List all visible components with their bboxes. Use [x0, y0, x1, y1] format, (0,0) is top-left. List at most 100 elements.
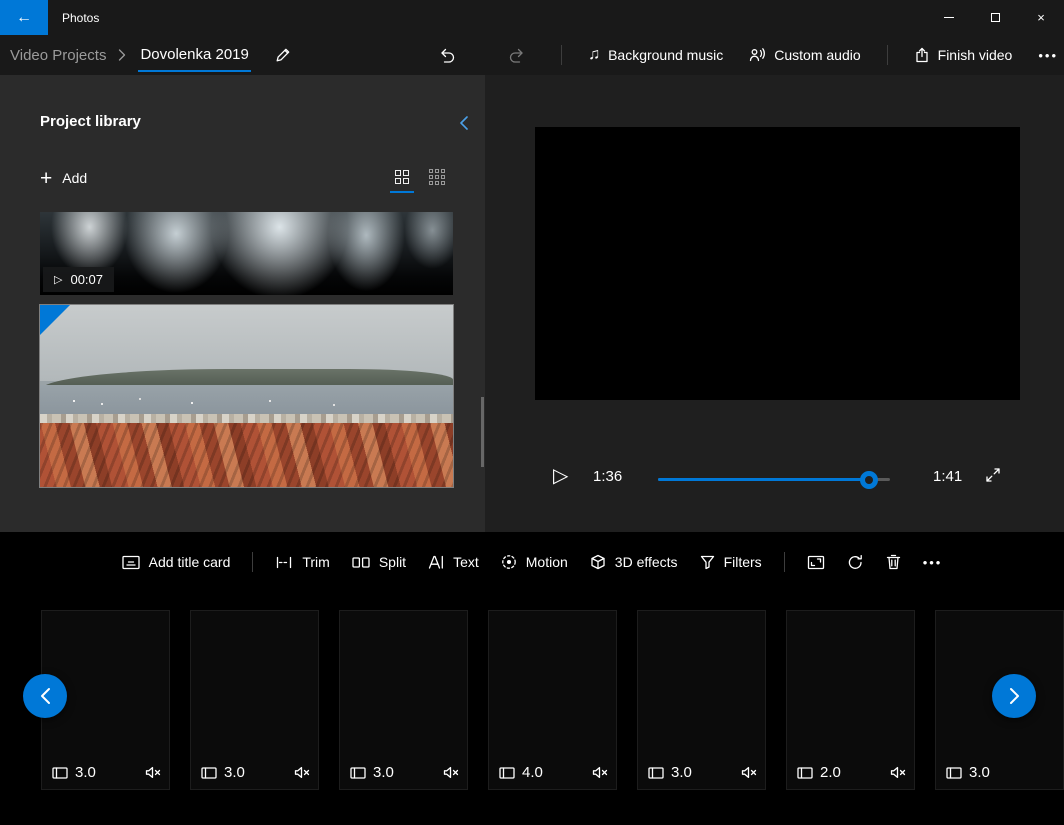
- custom-audio-button[interactable]: Custom audio: [749, 47, 860, 63]
- back-button[interactable]: ←: [0, 0, 48, 35]
- storyboard-card[interactable]: 4.0: [488, 610, 617, 790]
- library-item-photo[interactable]: [40, 305, 453, 487]
- minimize-button[interactable]: [926, 0, 972, 35]
- breadcrumb-chevron-icon: [118, 49, 126, 61]
- collapse-library-button[interactable]: [455, 111, 473, 135]
- export-icon: [914, 47, 930, 63]
- muted-speaker-icon: [443, 766, 459, 779]
- muted-speaker-icon: [741, 766, 757, 779]
- project-library-panel: Project library + Add ▷ 00:07: [0, 75, 485, 532]
- aspect-ratio-icon: [807, 555, 825, 570]
- 3d-effects-button[interactable]: 3D effects: [590, 554, 678, 571]
- separator: [252, 552, 253, 572]
- rename-project-button[interactable]: [271, 43, 295, 67]
- card-duration: 3.0: [373, 764, 394, 781]
- separator: [887, 45, 888, 65]
- duration-icon: [52, 767, 68, 779]
- seek-slider-handle[interactable]: [860, 471, 878, 489]
- rotate-button[interactable]: [847, 554, 864, 571]
- scroll-left-button[interactable]: [23, 674, 67, 718]
- duration-icon: [499, 767, 515, 779]
- text-icon: [428, 555, 444, 569]
- separator: [784, 552, 785, 572]
- trim-button[interactable]: Trim: [275, 554, 329, 570]
- photo-roofs: [40, 423, 453, 487]
- undo-button[interactable]: [438, 46, 456, 64]
- storyboard-card[interactable]: 3.0: [339, 610, 468, 790]
- motion-button[interactable]: Motion: [501, 554, 568, 570]
- muted-speaker-icon: [294, 766, 310, 779]
- plus-icon: +: [40, 168, 52, 189]
- total-time: 1:41: [933, 468, 962, 485]
- library-scrollbar[interactable]: [481, 397, 484, 467]
- selected-corner-badge: [40, 305, 70, 335]
- scroll-right-button[interactable]: [992, 674, 1036, 718]
- text-button[interactable]: Text: [428, 554, 479, 570]
- play-icon: ▷: [54, 273, 62, 286]
- rotate-icon: [847, 554, 864, 571]
- add-title-card-button[interactable]: Add title card: [122, 554, 231, 570]
- card-duration: 4.0: [522, 764, 543, 781]
- library-view-toggles: [395, 167, 445, 193]
- music-note-icon: ♫: [588, 46, 600, 64]
- separator: [561, 45, 562, 65]
- filters-icon: [700, 555, 715, 570]
- undo-icon: [438, 46, 456, 64]
- duration-icon: [946, 767, 962, 779]
- titlebar: ← Photos ×: [0, 0, 1064, 35]
- large-grid-view-button[interactable]: [395, 167, 409, 193]
- play-icon: ▷: [553, 463, 568, 488]
- more-options-button[interactable]: •••: [1038, 48, 1058, 63]
- finish-video-button[interactable]: Finish video: [914, 47, 1013, 63]
- card-duration: 3.0: [75, 764, 96, 781]
- add-media-button[interactable]: + Add: [40, 165, 87, 191]
- grid-large-icon: [395, 170, 409, 184]
- maximize-button[interactable]: [972, 0, 1018, 35]
- trim-icon: [275, 556, 293, 569]
- library-item-video[interactable]: ▷ 00:07: [40, 212, 453, 295]
- muted-speaker-icon: [592, 766, 608, 779]
- split-button[interactable]: Split: [352, 554, 406, 570]
- seek-slider[interactable]: [658, 478, 890, 481]
- maximize-icon: [991, 13, 1000, 22]
- storyboard-card[interactable]: 3.0: [637, 610, 766, 790]
- muted-speaker-icon: [890, 766, 906, 779]
- window-controls: ×: [926, 0, 1064, 35]
- trash-icon: [886, 554, 901, 570]
- storyboard-card[interactable]: 3.0: [190, 610, 319, 790]
- resize-button[interactable]: [807, 555, 825, 570]
- photos-app-window: ← Photos × Video Projects Dovolenka 2019…: [0, 0, 1064, 825]
- fullscreen-icon: [985, 467, 1001, 483]
- more-tools-button[interactable]: •••: [923, 555, 943, 570]
- ellipsis-icon: •••: [1038, 48, 1058, 63]
- command-bar-actions: ♫ Background music Custom audio Finish v…: [561, 35, 1058, 75]
- split-icon: [352, 556, 370, 569]
- filters-button[interactable]: Filters: [700, 554, 762, 570]
- chevron-right-icon: [1009, 687, 1020, 705]
- cube-3d-icon: [590, 554, 606, 571]
- current-time: 1:36: [593, 468, 622, 485]
- close-button[interactable]: ×: [1018, 0, 1064, 35]
- breadcrumb-video-projects[interactable]: Video Projects: [10, 47, 106, 64]
- card-duration: 3.0: [671, 764, 692, 781]
- redo-button[interactable]: [508, 46, 526, 64]
- duration-icon: [648, 767, 664, 779]
- chevron-left-icon: [40, 687, 51, 705]
- fullscreen-button[interactable]: [982, 464, 1004, 486]
- video-duration-badge: ▷ 00:07: [43, 267, 114, 292]
- storyboard-section: Add title card Trim Split Text Motion: [0, 532, 1064, 825]
- chevron-left-icon: [459, 115, 469, 131]
- project-library-heading: Project library: [40, 113, 141, 130]
- muted-speaker-icon: [145, 766, 161, 779]
- storyboard-card[interactable]: 2.0: [786, 610, 915, 790]
- play-button[interactable]: ▷: [553, 463, 568, 488]
- motion-icon: [501, 554, 517, 570]
- grid-small-icon: [429, 169, 445, 185]
- preview-pane: ▷ 1:36 1:41: [485, 75, 1064, 532]
- seek-slider-fill: [658, 478, 869, 481]
- small-grid-view-button[interactable]: [429, 167, 445, 193]
- background-music-button[interactable]: ♫ Background music: [588, 46, 723, 64]
- card-duration: 3.0: [224, 764, 245, 781]
- delete-button[interactable]: [886, 554, 901, 570]
- storyboard-toolbar: Add title card Trim Split Text Motion: [0, 552, 1064, 572]
